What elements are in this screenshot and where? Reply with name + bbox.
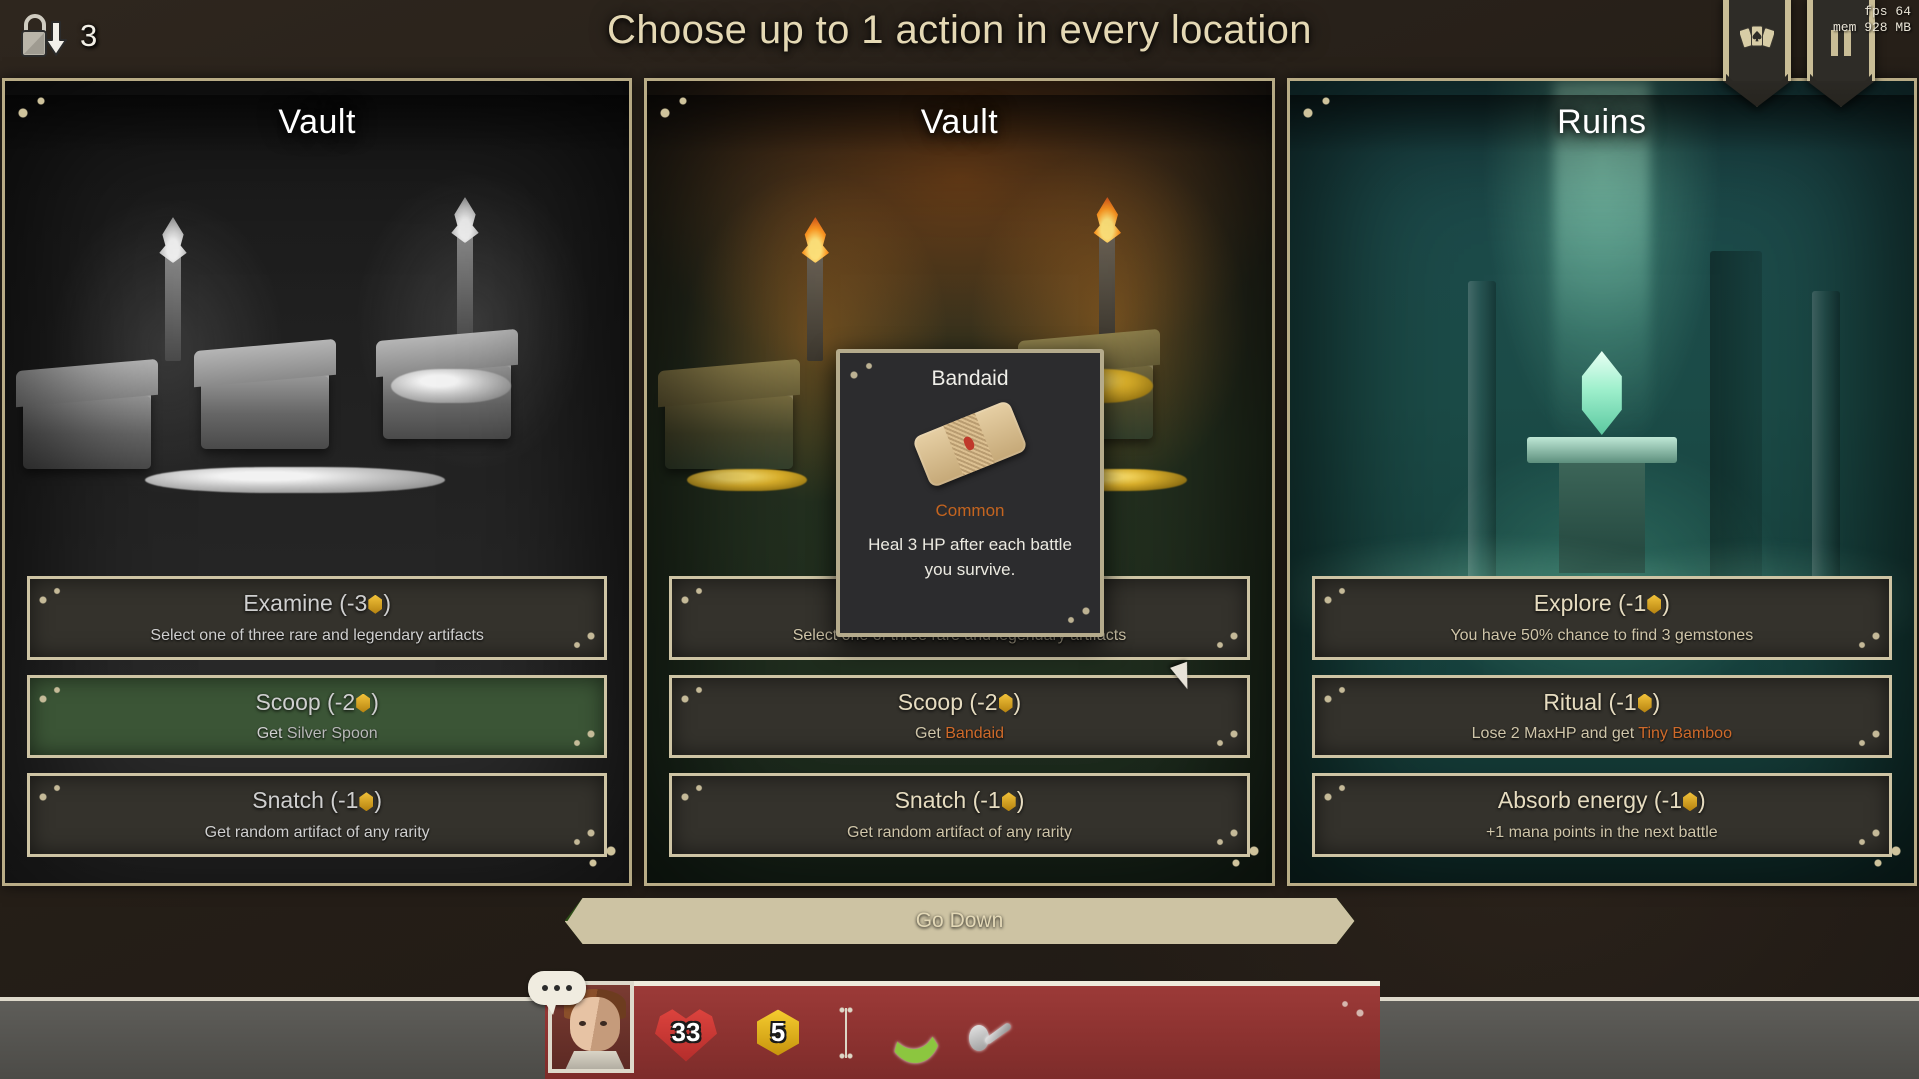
gem-cost-icon [1001,792,1016,812]
action-description: Get Bandaid [915,725,1004,743]
action-title: Absorb energy (-1) [1497,787,1706,814]
action-title: Ritual (-1) [1543,688,1661,715]
gem-cost-icon [356,693,371,713]
action-description: Get random artifact of any rarity [204,824,430,841]
hp-stat[interactable]: 33 [655,1004,717,1062]
speech-bubble-icon[interactable] [528,971,586,1015]
tooltip-title: Bandaid [931,367,1009,390]
action-title: Scoop (-2) [255,688,379,715]
gem-cost-icon [368,594,383,614]
location-panel-vault-1[interactable]: Vault Examine (-3) Select one of three r… [2,78,633,886]
tooltip-description: Heal 3 HP after each battle you survive. [868,535,1072,579]
location-panel-ruins[interactable]: Ruins Explore (-1) You have 50% chance t… [1286,78,1917,886]
hud-left-filler [0,997,548,1079]
action-title: Snatch (-1) [894,787,1025,814]
action-snatch[interactable]: Snatch (-1) Get random artifact of any r… [669,773,1250,857]
cards-banner-button[interactable] [1723,0,1791,107]
action-title: Snatch (-1) [252,787,383,814]
action-description: You have 50% chance to find 3 gemstones [1450,626,1754,644]
gem-cost-icon [1683,792,1698,812]
action-scoop[interactable]: Scoop (-2) Get Bandaid [669,674,1250,759]
banana-icon[interactable] [883,1013,935,1053]
action-description: Get random artifact of any rarity [847,824,1072,841]
page-title: Choose up to 1 action in every location [607,8,1312,52]
hp-value: 33 [671,1017,701,1047]
action-examine[interactable]: Examine (-3) Select one of three rare an… [27,575,608,660]
action-description: Lose 2 MaxHP and get Tiny Bamboo [1471,725,1732,743]
action-snatch[interactable]: Snatch (-1) Get random artifact of any r… [27,773,608,857]
gem-cost-icon [1647,594,1662,614]
hud-right-filler [1379,997,1919,1079]
go-down-label: Go Down [915,909,1004,932]
artifact-tooltip: Bandaid Common Heal 3 HP after each batt… [836,349,1104,637]
bandaid-icon [911,399,1029,489]
action-scoop[interactable]: Scoop (-2) Get Silver Spoon [27,674,608,759]
rarity-label: Common [935,501,1005,520]
action-list: Explore (-1) You have 50% chance to find… [1290,561,1914,857]
panel-title: Vault [278,103,356,141]
game-screen: 3 Choose up to 1 action in every locatio… [0,0,1919,1079]
action-description: Get Silver Spoon [256,725,378,743]
action-title: Scoop (-2) [897,688,1022,715]
action-absorb-energy[interactable]: Absorb energy (-1) +1 mana points in the… [1311,773,1892,857]
action-description: +1 mana points in the next battle [1485,824,1718,841]
gem-value: 5 [770,1017,786,1047]
action-list: Examine (-3) Select one of three rare an… [5,561,629,857]
spoon-icon[interactable] [965,1011,1017,1055]
action-title: Examine (-3) [243,589,391,616]
action-title: Explore (-1) [1533,589,1670,616]
action-description: Select one of three rare and legendary a… [150,626,484,644]
gem-stat[interactable]: 5 [747,1004,809,1062]
go-down-button[interactable]: Go Down [565,898,1355,944]
go-down-area: Go Down [0,898,1919,944]
panel-title: Vault [920,103,999,141]
performance-overlay: fps 64 mem 928 MB [1833,4,1911,37]
bottom-hud: 33 5 [0,971,1919,1079]
gem-cost-icon [359,792,374,812]
fps-readout: fps 64 [1864,4,1911,19]
gem-cost-icon [998,693,1013,713]
ornament-divider-icon [839,1003,853,1062]
action-ritual[interactable]: Ritual (-1) Lose 2 MaxHP and get Tiny Ba… [1311,674,1892,759]
action-explore[interactable]: Explore (-1) You have 50% chance to find… [1311,575,1892,660]
memory-readout: mem 928 MB [1832,20,1911,36]
hud-stats-bar: 33 5 [545,981,1380,1079]
top-bar: 3 Choose up to 1 action in every locatio… [0,0,1919,107]
gem-cost-icon [1637,693,1652,713]
cards-icon [1726,22,1788,56]
panel-title: Ruins [1557,103,1647,141]
